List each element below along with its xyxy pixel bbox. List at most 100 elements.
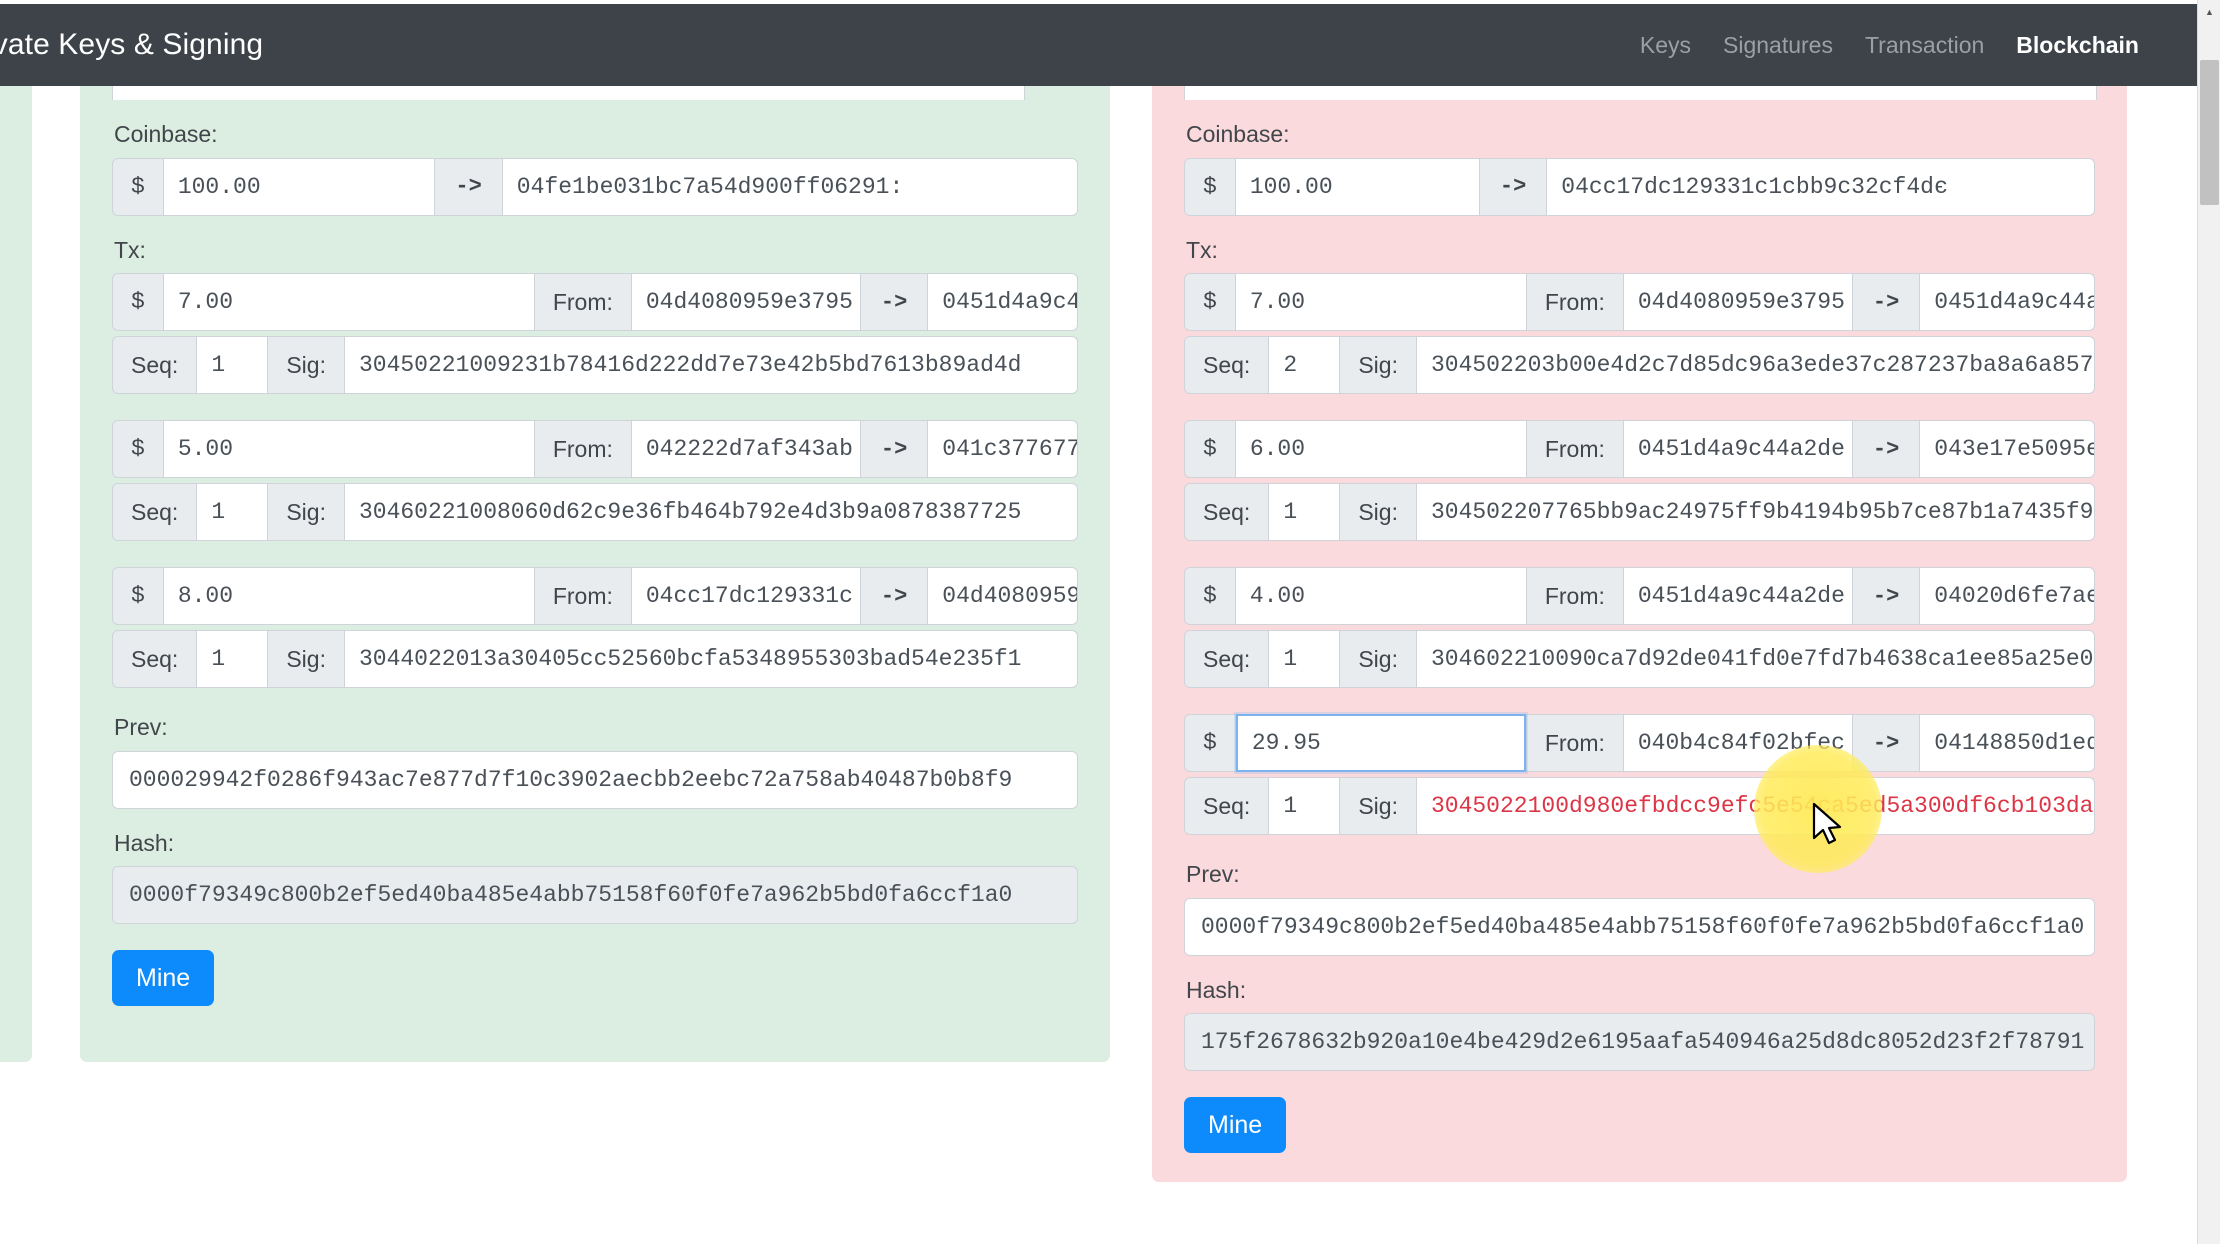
dollar-addon: $ bbox=[1184, 157, 1236, 216]
tx-from-input[interactable]: 04cc17dc129331c bbox=[631, 567, 860, 626]
block-invalid-coinbase-to-input[interactable]: 04cc17dc129331c1cbb9c32cf4dє bbox=[1547, 157, 2096, 216]
block-invalid-cutoff-input[interactable] bbox=[1184, 86, 2097, 100]
block-invalid-hash-output: 175f2678632b920a10e4be429d2e6195aafa5409… bbox=[1184, 1013, 2095, 1072]
tx-seq-input[interactable]: 1 bbox=[197, 630, 268, 689]
nav-link-keys[interactable]: Keys bbox=[1640, 32, 1691, 59]
tx-amount-input[interactable]: 7.00 bbox=[1235, 273, 1526, 332]
tx-from-input[interactable]: 0451d4a9c44a2de bbox=[1623, 420, 1852, 479]
from-addon: From: bbox=[533, 420, 632, 479]
dollar-addon: $ bbox=[112, 420, 164, 479]
dollar-addon: $ bbox=[1184, 567, 1236, 626]
tx-seq-input[interactable]: 1 bbox=[197, 483, 268, 542]
nav-link-signatures[interactable]: Signatures bbox=[1723, 32, 1833, 59]
tx-amount-input-focused[interactable]: 29.95 bbox=[1235, 714, 1526, 773]
transaction-row: $ 5.00 From: 042222d7af343ab -> 041c3776… bbox=[112, 420, 1078, 542]
tx-amount-input[interactable]: 8.00 bbox=[163, 567, 534, 626]
seq-addon: Seq: bbox=[1184, 483, 1270, 542]
tx-amount-row: $ 5.00 From: 042222d7af343ab -> 041c3776… bbox=[112, 420, 1078, 479]
nav-link-transaction[interactable]: Transaction bbox=[1865, 32, 1984, 59]
tx-from-input[interactable]: 0451d4a9c44a2de bbox=[1623, 567, 1852, 626]
tx-seq-input[interactable]: 1 bbox=[197, 336, 268, 395]
tx-amount-row: $ 7.00 From: 04d4080959e3795 -> 0451d4a9… bbox=[1184, 273, 2095, 332]
block-valid-hash-label: Hash: bbox=[114, 829, 175, 856]
block-invalid-hash-label: Hash: bbox=[1186, 976, 1247, 1003]
tx-from-input[interactable]: 040b4c84f02bfec bbox=[1623, 714, 1852, 773]
tx-sig-input[interactable]: 304502207765bb9ac24975ff9b4194b95b7ce87b… bbox=[1416, 483, 2095, 542]
nav-link-blockchain[interactable]: Blockchain bbox=[2016, 32, 2139, 59]
block-invalid-coinbase-amount-input[interactable]: 100.00 bbox=[1235, 157, 1479, 216]
from-addon: From: bbox=[533, 567, 632, 626]
tx-to-input[interactable]: 04d4080959e3795 bbox=[928, 567, 1078, 626]
from-addon: From: bbox=[1525, 273, 1624, 332]
seq-addon: Seq: bbox=[1184, 777, 1270, 836]
block-valid-coinbase-amount-input[interactable]: 100.00 bbox=[163, 157, 435, 216]
tx-amount-input[interactable]: 6.00 bbox=[1235, 420, 1526, 479]
block-invalid-prev-input[interactable]: 0000f79349c800b2ef5ed40ba485e4abb75158f6… bbox=[1184, 897, 2095, 956]
tx-sig-input[interactable]: 304502203b00e4d2c7d85dc96a3ede37c287237b… bbox=[1416, 336, 2095, 395]
block-valid-coinbase-label: Coinbase: bbox=[114, 121, 218, 147]
tx-seq-input[interactable]: 1 bbox=[1269, 777, 1340, 836]
dollar-addon: $ bbox=[112, 157, 164, 216]
block-previous-partial bbox=[0, 86, 32, 1062]
arrow-addon: -> bbox=[859, 567, 929, 626]
transaction-row-invalid: $ 29.95 From: 040b4c84f02bfec -> 0414885… bbox=[1184, 714, 2095, 836]
tx-sig-row: Seq: 1 Sig: 3045022100d980efbdcc9efc5e54… bbox=[1184, 777, 2095, 836]
tx-sig-row: Seq: 1 Sig: 3044022013a30405cc52560bcfa5… bbox=[112, 630, 1078, 689]
tx-seq-input[interactable]: 1 bbox=[1269, 483, 1340, 542]
tx-seq-input[interactable]: 2 bbox=[1269, 336, 1340, 395]
tx-seq-input[interactable]: 1 bbox=[1269, 630, 1340, 689]
blockchain-page-body: Coinbase: $ 100.00 -> 04fe1be031bc7a54d9… bbox=[0, 86, 2197, 1244]
block-valid-coinbase-to-input[interactable]: 04fe1be031bc7a54d900ff06291: bbox=[502, 157, 1079, 216]
sig-addon: Sig: bbox=[267, 483, 345, 542]
block-valid-cutoff-input[interactable] bbox=[112, 86, 1025, 100]
sig-addon: Sig: bbox=[1339, 630, 1417, 689]
block-invalid-prev-label: Prev: bbox=[1186, 861, 1240, 888]
tx-sig-input[interactable]: 30460221008060d62c9e36fb464b792e4d3b9a08… bbox=[344, 483, 1078, 542]
from-addon: From: bbox=[533, 273, 632, 332]
block-invalid-coinbase-row: $ 100.00 -> 04cc17dc129331c1cbb9c32cf4dє bbox=[1184, 157, 2096, 216]
scrollbar-thumb[interactable] bbox=[2200, 60, 2219, 205]
tx-amount-row: $ 8.00 From: 04cc17dc129331c -> 04d40809… bbox=[112, 567, 1078, 626]
seq-addon: Seq: bbox=[112, 630, 198, 689]
block-valid-mine-button[interactable]: Mine bbox=[112, 950, 215, 1007]
arrow-addon: -> bbox=[1851, 273, 1921, 332]
tx-from-input[interactable]: 04d4080959e3795 bbox=[631, 273, 860, 332]
block-invalid-coinbase-label: Coinbase: bbox=[1186, 121, 1290, 147]
sig-addon: Sig: bbox=[1339, 777, 1417, 836]
tx-to-input[interactable]: 041c377677bb697 bbox=[928, 420, 1078, 479]
tx-to-input[interactable]: 0451d4a9c44a2de bbox=[928, 273, 1078, 332]
tx-amount-input[interactable]: 4.00 bbox=[1235, 567, 1526, 626]
tx-to-input[interactable]: 04148850d1edbd6 bbox=[1920, 714, 2095, 773]
dollar-addon: $ bbox=[112, 567, 164, 626]
from-addon: From: bbox=[1525, 714, 1624, 773]
block-valid-prev-label: Prev: bbox=[114, 714, 168, 741]
transaction-row: $ 7.00 From: 04d4080959e3795 -> 0451d4a9… bbox=[112, 273, 1078, 395]
tx-sig-input[interactable]: 30450221009231b78416d222dd7e73e42b5bd761… bbox=[344, 336, 1078, 395]
tx-sig-row: Seq: 1 Sig: 30450221009231b78416d222dd7e… bbox=[112, 336, 1078, 395]
tx-sig-input-invalid[interactable]: 3045022100d980efbdcc9efc5e54ca5ed5a300df… bbox=[1416, 777, 2095, 836]
tx-to-input[interactable]: 043e17e5095e878 bbox=[1920, 420, 2095, 479]
arrow-addon: -> bbox=[434, 157, 503, 216]
tx-to-input[interactable]: 0451d4a9c44a2de bbox=[1920, 273, 2095, 332]
block-valid: Coinbase: $ 100.00 -> 04fe1be031bc7a54d9… bbox=[80, 86, 1110, 1062]
scroll-up-arrow-icon[interactable]: ▲ bbox=[2198, 0, 2220, 23]
browser-scrollbar[interactable]: ▲ bbox=[2197, 0, 2220, 1244]
block-valid-coinbase-row: $ 100.00 -> 04fe1be031bc7a54d900ff06291: bbox=[112, 157, 1079, 216]
tx-sig-input[interactable]: 3044022013a30405cc52560bcfa5348955303bad… bbox=[344, 630, 1078, 689]
tx-from-input[interactable]: 042222d7af343ab bbox=[631, 420, 860, 479]
tx-amount-row: $ 7.00 From: 04d4080959e3795 -> 0451d4a9… bbox=[112, 273, 1078, 332]
from-addon: From: bbox=[1525, 420, 1624, 479]
tx-amount-input[interactable]: 7.00 bbox=[163, 273, 534, 332]
tx-to-input[interactable]: 04020d6fe7aeabd bbox=[1920, 567, 2095, 626]
arrow-addon: -> bbox=[1851, 420, 1921, 479]
transaction-row: $ 6.00 From: 0451d4a9c44a2de -> 043e17e5… bbox=[1184, 420, 2095, 542]
tx-amount-input[interactable]: 5.00 bbox=[163, 420, 534, 479]
seq-addon: Seq: bbox=[1184, 630, 1270, 689]
block-valid-prev-input[interactable]: 000029942f0286f943ac7e877d7f10c3902aecbb… bbox=[112, 750, 1078, 809]
block-invalid-mine-button[interactable]: Mine bbox=[1184, 1097, 1287, 1154]
tx-from-input[interactable]: 04d4080959e3795 bbox=[1623, 273, 1852, 332]
tx-amount-row: $ 6.00 From: 0451d4a9c44a2de -> 043e17e5… bbox=[1184, 420, 2095, 479]
seq-addon: Seq: bbox=[112, 336, 198, 395]
seq-addon: Seq: bbox=[112, 483, 198, 542]
tx-sig-input[interactable]: 304602210090ca7d92de041fd0e7fd7b4638ca1e… bbox=[1416, 630, 2095, 689]
